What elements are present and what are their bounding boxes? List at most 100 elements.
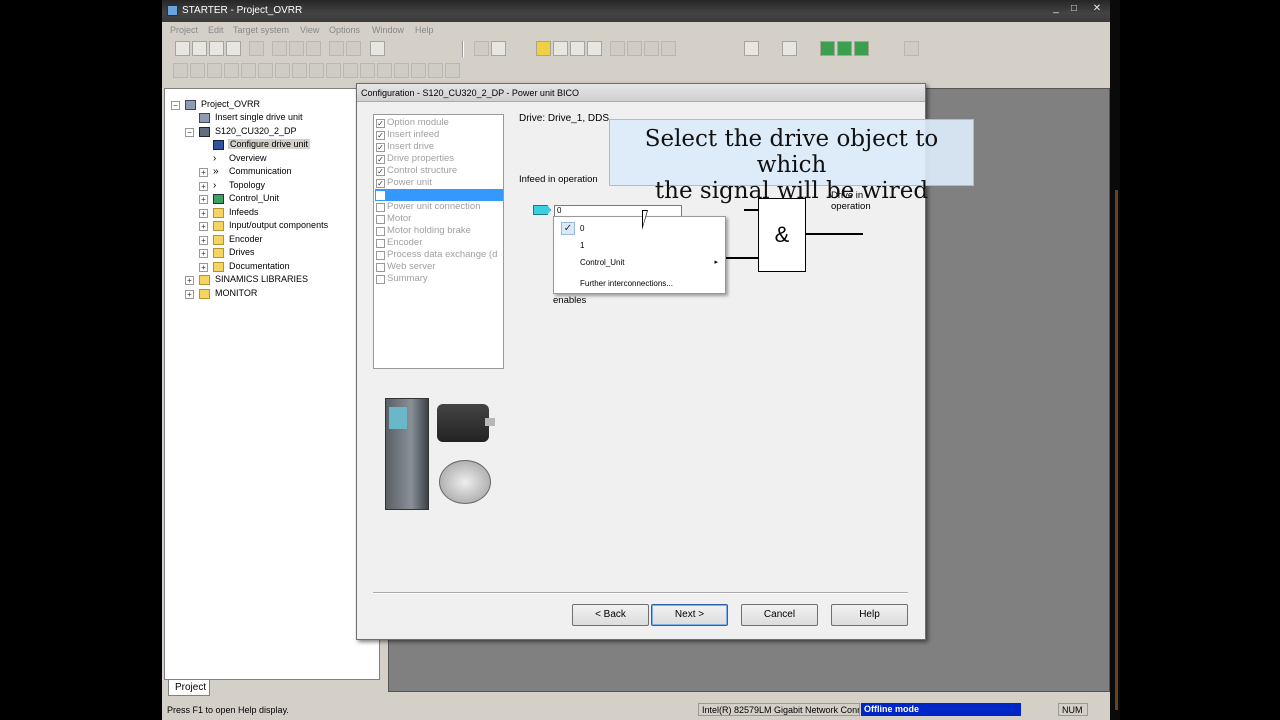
menu-item-1[interactable]: 1	[580, 241, 584, 250]
tool-icon-2[interactable]	[190, 63, 205, 78]
trace-icon[interactable]	[610, 41, 625, 56]
expand-icon[interactable]: +	[199, 209, 208, 218]
menu-project[interactable]: Project	[170, 25, 198, 35]
expand-icon[interactable]: +	[199, 182, 208, 191]
save-icon[interactable]	[209, 41, 224, 56]
download-icon[interactable]	[553, 41, 568, 56]
step-current[interactable]	[375, 189, 503, 201]
copy-icon[interactable]	[289, 41, 304, 56]
tool-icon-1[interactable]	[173, 63, 188, 78]
menu-view[interactable]: View	[300, 25, 319, 35]
tool-icon-13[interactable]	[377, 63, 392, 78]
ram-rom-icon[interactable]	[644, 41, 659, 56]
target-device-icon[interactable]	[587, 41, 602, 56]
step-web-server[interactable]: Web server	[375, 261, 503, 273]
bico-connector-icon[interactable]	[533, 205, 551, 215]
tool-icon-8[interactable]	[292, 63, 307, 78]
step-control-structure[interactable]: ✓ Control structure	[375, 165, 503, 177]
tool-icon-3[interactable]	[207, 63, 222, 78]
callout-line-1: Select the drive object to which	[644, 126, 939, 178]
connect-icon[interactable]	[536, 41, 551, 56]
folder-icon	[213, 221, 224, 231]
tool-icon-17[interactable]	[445, 63, 460, 78]
dialog-title: Configuration - S120_CU320_2_DP - Power …	[357, 84, 925, 102]
menu-edit[interactable]: Edit	[208, 25, 224, 35]
control-panel-icon[interactable]	[782, 41, 797, 56]
tree-item-label: Communication	[229, 166, 292, 176]
collapse-icon[interactable]: −	[171, 101, 180, 110]
context-help-icon[interactable]	[370, 41, 385, 56]
tool-icon-16[interactable]	[428, 63, 443, 78]
expand-icon[interactable]: +	[199, 195, 208, 204]
menu-options[interactable]: Options	[329, 25, 360, 35]
xe-icon[interactable]	[491, 41, 506, 56]
tool-icon-15[interactable]	[411, 63, 426, 78]
checkbox-icon	[376, 263, 385, 272]
mouse-cursor-icon	[642, 210, 654, 230]
tool-icon-10[interactable]	[326, 63, 341, 78]
compare-icon[interactable]	[627, 41, 642, 56]
restore-icon[interactable]	[661, 41, 676, 56]
monitor-icon[interactable]	[820, 41, 835, 56]
tool-icon-4[interactable]	[224, 63, 239, 78]
undo-icon[interactable]	[329, 41, 344, 56]
tool-icon-12[interactable]	[360, 63, 375, 78]
expand-icon[interactable]: +	[199, 249, 208, 258]
menu-item-0[interactable]: 0	[580, 224, 584, 233]
tool-icon-11[interactable]	[343, 63, 358, 78]
step-motor-holding-brake[interactable]: Motor holding brake	[375, 225, 503, 237]
collapse-icon[interactable]: −	[185, 128, 194, 137]
step-option-module[interactable]: ✓ Option module	[375, 117, 503, 129]
tree-item-label: Infeeds	[229, 207, 259, 217]
help-button[interactable]: Help	[831, 604, 908, 626]
expand-icon[interactable]: +	[185, 276, 194, 285]
status-help-text: Press F1 to open Help display.	[167, 705, 289, 715]
maximize-button[interactable]: □	[1066, 2, 1082, 16]
tool-icon-9[interactable]	[309, 63, 324, 78]
expand-icon[interactable]: +	[199, 168, 208, 177]
open-icon[interactable]	[192, 41, 207, 56]
drive-illustration	[377, 384, 502, 519]
expand-icon[interactable]: +	[199, 222, 208, 231]
print-icon[interactable]	[249, 41, 264, 56]
checkbox-icon	[376, 227, 385, 236]
step-insert-drive[interactable]: ✓ Insert drive	[375, 141, 503, 153]
step-motor[interactable]: Motor	[375, 213, 503, 225]
tools-icon[interactable]	[904, 41, 919, 56]
save-compile-icon[interactable]	[226, 41, 241, 56]
redo-icon[interactable]	[346, 41, 361, 56]
device-trace-icon[interactable]	[837, 41, 852, 56]
tool-icon-5[interactable]	[241, 63, 256, 78]
expert-list-icon[interactable]	[744, 41, 759, 56]
back-button[interactable]: < Back	[572, 604, 649, 626]
menu-item-control-unit[interactable]: Control_Unit	[580, 258, 624, 267]
close-button[interactable]: ✕	[1089, 2, 1105, 16]
measure-icon[interactable]	[854, 41, 869, 56]
tool-icon-14[interactable]	[394, 63, 409, 78]
step-power-unit-connection[interactable]: Power unit connection	[375, 201, 503, 213]
expand-icon[interactable]: +	[185, 290, 194, 299]
step-summary[interactable]: Summary	[375, 273, 503, 285]
tab-project[interactable]: Project	[168, 680, 210, 696]
tool-icon-6[interactable]	[258, 63, 273, 78]
cancel-button[interactable]: Cancel	[741, 604, 818, 626]
paste-icon[interactable]	[306, 41, 321, 56]
menu-window[interactable]: Window	[372, 25, 404, 35]
step-insert-infeed[interactable]: ✓ Insert infeed	[375, 129, 503, 141]
step-drive-properties[interactable]: ✓ Drive properties	[375, 153, 503, 165]
menu-item-further-interconnections[interactable]: Further interconnections...	[580, 279, 673, 288]
expand-icon[interactable]: +	[199, 236, 208, 245]
expand-icon[interactable]: +	[199, 263, 208, 272]
step-encoder[interactable]: Encoder	[375, 237, 503, 249]
upload-icon[interactable]	[570, 41, 585, 56]
next-button[interactable]: Next >	[651, 604, 728, 626]
tool-icon-7[interactable]	[275, 63, 290, 78]
menu-help[interactable]: Help	[415, 25, 434, 35]
new-icon[interactable]	[175, 41, 190, 56]
cut-icon[interactable]	[272, 41, 287, 56]
menu-target-system[interactable]: Target system	[233, 25, 289, 35]
x-icon[interactable]	[474, 41, 489, 56]
step-power-unit[interactable]: ✓ Power unit	[375, 177, 503, 189]
step-process-data[interactable]: Process data exchange (d	[375, 249, 503, 261]
minimize-button[interactable]: _	[1048, 2, 1064, 16]
